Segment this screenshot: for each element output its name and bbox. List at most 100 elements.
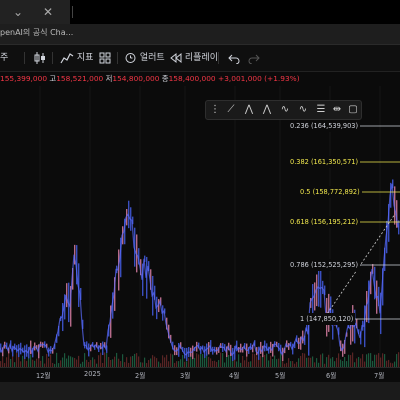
volume-bar xyxy=(152,355,154,367)
volume-bar xyxy=(108,356,110,367)
volume-bar xyxy=(156,358,158,367)
volume-bar xyxy=(110,359,112,367)
candle xyxy=(398,220,400,235)
volume-bar xyxy=(170,353,172,367)
volume-bar xyxy=(384,354,386,367)
volume-bar xyxy=(368,353,370,367)
volume-bar xyxy=(312,356,314,367)
volume-bar xyxy=(62,357,64,367)
volume-bar xyxy=(98,355,100,367)
abcd-pattern-icon[interactable]: ∿ xyxy=(278,103,292,117)
undo-icon[interactable] xyxy=(228,45,240,71)
volume-bar xyxy=(298,358,300,367)
replay-button[interactable]: 리플레이 xyxy=(170,45,218,71)
volume-bar xyxy=(114,356,116,367)
volume-bar xyxy=(302,353,304,367)
redo-icon[interactable] xyxy=(248,45,260,71)
volume-bar xyxy=(362,354,364,367)
volume-bar xyxy=(218,360,220,367)
volume-bar xyxy=(154,356,156,367)
volume-bar xyxy=(350,355,352,367)
pattern-icon[interactable]: ⋀ xyxy=(242,103,256,117)
volume-bar xyxy=(76,359,78,367)
volume-bar xyxy=(198,354,200,367)
volume-bar xyxy=(86,359,88,367)
ohlc-legend: 155,399,000 고158,521,000 저154,800,000 종1… xyxy=(0,73,300,85)
volume-bar xyxy=(336,357,338,367)
volume-bar xyxy=(256,356,258,367)
fib-label-0382: 0.382 (161,350,571) xyxy=(288,156,361,168)
volume-bar xyxy=(266,353,268,367)
volume-bar xyxy=(254,354,256,367)
volume-bar xyxy=(2,356,4,367)
toolbar-divider xyxy=(52,52,53,64)
volume-bar xyxy=(202,354,204,367)
volume-bar xyxy=(48,358,50,367)
browser-tab-bar: ⌄ ✕ xyxy=(0,0,400,24)
volume-bar xyxy=(72,357,74,367)
volume-bar xyxy=(242,355,244,367)
volume-bar xyxy=(344,357,346,367)
volume-bar xyxy=(78,355,80,367)
elliott-wave-icon[interactable]: ⋀ xyxy=(260,103,274,117)
ruler-icon[interactable]: ⇹ xyxy=(330,103,344,117)
rectangle-icon[interactable]: ▢ xyxy=(346,103,360,117)
close-value: 158,400,000 xyxy=(168,74,216,83)
volume-bar xyxy=(46,353,48,367)
volume-bar xyxy=(136,353,138,367)
volume-bar xyxy=(162,355,164,367)
x-tick: 4월 xyxy=(229,372,240,380)
volume-bar xyxy=(366,354,368,367)
volume-bar xyxy=(38,356,40,367)
volume-bar xyxy=(8,352,10,367)
trend-line-icon[interactable]: ⟋ xyxy=(224,103,238,117)
close-tab-icon[interactable]: ✕ xyxy=(40,4,56,20)
change-value: +3,001,000 (+1.93%) xyxy=(218,74,300,83)
fib-tool-icon[interactable]: ☰ xyxy=(314,103,328,117)
volume-bar xyxy=(126,357,128,367)
volume-bar xyxy=(252,353,254,367)
drag-handle-icon[interactable]: ⋮ xyxy=(208,103,222,117)
chevron-down-icon[interactable]: ⌄ xyxy=(10,4,26,20)
interval-button[interactable]: 주 xyxy=(0,45,8,71)
path-icon[interactable]: ∿ xyxy=(296,103,310,117)
address-bar[interactable]: penAI의 공식 Cha... xyxy=(0,24,400,45)
x-tick: 2025 xyxy=(84,370,101,378)
volume-bar xyxy=(278,358,280,367)
volume-bar xyxy=(308,357,310,367)
volume-bar xyxy=(320,354,322,367)
indicators-button[interactable]: 지표 xyxy=(60,45,93,71)
volume-bar xyxy=(340,359,342,367)
volume-bar xyxy=(164,357,166,367)
toolbar-divider xyxy=(24,52,25,64)
volume-bar xyxy=(188,358,190,367)
volume-bar xyxy=(60,360,62,367)
volume-bar xyxy=(330,358,332,367)
layout-grid-icon[interactable] xyxy=(99,45,111,71)
high-value: 158,521,000 xyxy=(56,74,104,83)
volume-bar xyxy=(226,355,228,367)
volume-bar xyxy=(338,353,340,367)
volume-bar xyxy=(150,358,152,367)
volume-bar xyxy=(122,354,124,367)
volume-bar xyxy=(144,357,146,367)
volume-bar xyxy=(70,356,72,367)
volume-bar xyxy=(396,354,398,367)
open-value: 155,399,000 xyxy=(0,74,48,83)
alert-button[interactable]: 얼러트 xyxy=(124,45,165,71)
volume-bar xyxy=(374,354,376,367)
volume-bar xyxy=(132,355,134,367)
fib-label-0786: 0.786 (152,525,295) xyxy=(288,259,361,271)
volume-bar xyxy=(32,359,34,367)
time-axis: 12월 2025 2월 3월 4월 5월 6월 7월 xyxy=(0,367,400,382)
volume-bar xyxy=(10,358,12,367)
volume-bar xyxy=(42,356,44,367)
tab-divider xyxy=(72,6,73,18)
candles-style-icon[interactable] xyxy=(34,45,46,71)
volume-bar xyxy=(196,353,198,367)
x-tick: 3월 xyxy=(180,372,191,380)
volume-bar xyxy=(194,357,196,367)
volume-bar xyxy=(398,352,400,367)
x-tick: 12월 xyxy=(36,372,51,380)
volume-bar xyxy=(326,357,328,367)
